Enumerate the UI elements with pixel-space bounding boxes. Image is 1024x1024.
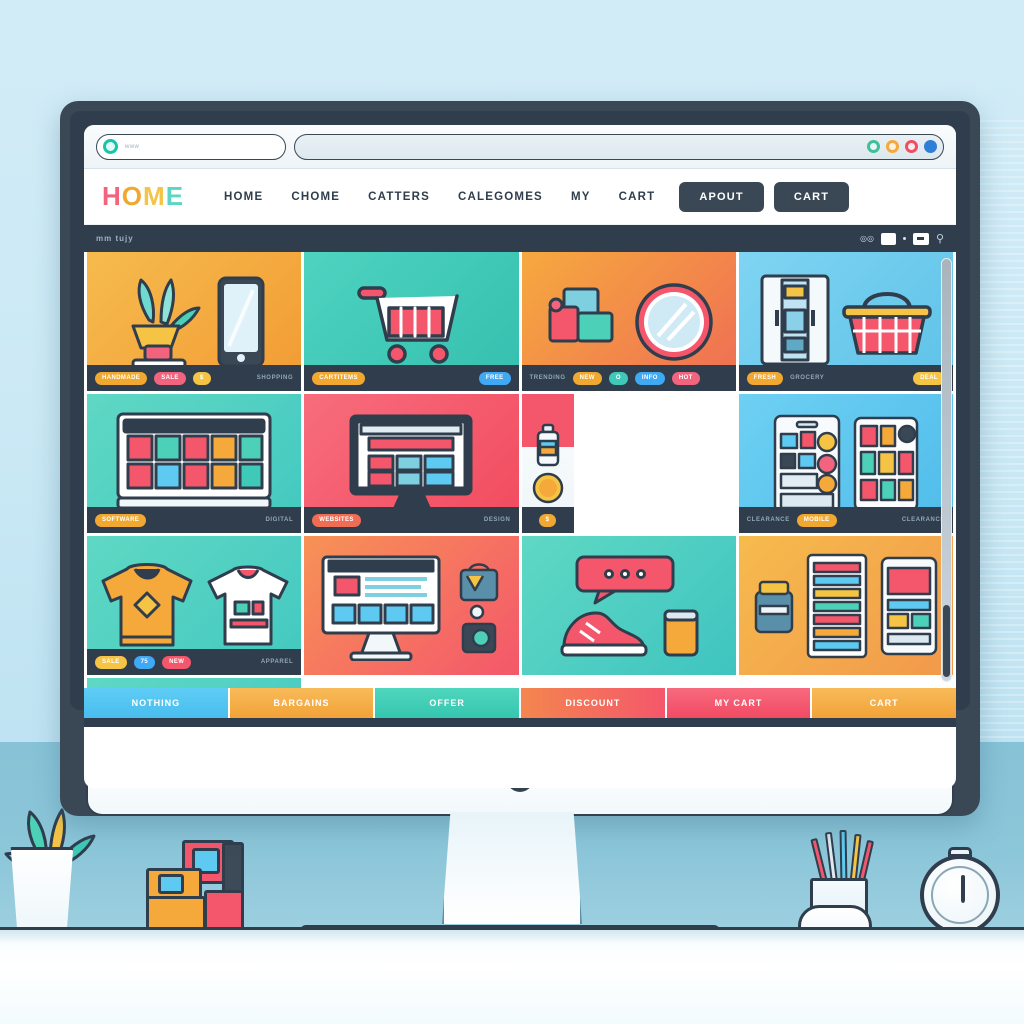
tile-pill[interactable]: SALE — [154, 371, 186, 385]
search-icon[interactable]: ⚲ — [936, 232, 944, 245]
tile-pill[interactable]: INFO — [634, 371, 665, 385]
monitor-stand — [442, 812, 582, 924]
workstation-tile[interactable] — [304, 536, 519, 675]
tile-pill[interactable]: MOBILE — [796, 513, 837, 527]
hoodie-basket-tile[interactable] — [87, 678, 302, 688]
tile-footer: HANDMADE SALE $ SHOPPING — [87, 365, 302, 391]
grid-view-icon[interactable] — [880, 232, 896, 245]
extension-dot[interactable] — [924, 140, 937, 153]
cart-button[interactable]: CART — [773, 181, 850, 212]
tile-lead: CLEARANCE — [746, 517, 790, 523]
tile-footer: WEBSITES DESIGN — [304, 507, 519, 533]
filter-toolbar: mm tujy ◎◎ ⚲ — [84, 225, 956, 252]
shoe-chat-tile[interactable] — [521, 536, 736, 675]
desk-shadow — [0, 930, 1024, 944]
bottom-segment-offer[interactable]: OFFER — [375, 688, 522, 718]
browser-toolbar[interactable] — [294, 133, 944, 160]
tile-pill[interactable]: $ — [192, 371, 211, 385]
list-view-icon[interactable] — [912, 232, 929, 245]
bottom-category-bar: NOTHING BARGAINS OFFER DISCOUNT MY CART … — [84, 688, 956, 718]
tile-footer: CLEARANCE MOBILE CLEARANCE — [738, 507, 953, 533]
tile-pill[interactable]: SALE — [95, 655, 127, 669]
nav-item-my[interactable]: MY — [557, 185, 605, 209]
vertical-scrollbar[interactable] — [941, 258, 952, 682]
tablets-apps-tile[interactable]: CLEARANCE MOBILE CLEARANCE — [738, 394, 953, 533]
product-grid: HANDMADE SALE $ SHOPPING CARTITEMS FREE … — [84, 252, 956, 688]
about-button[interactable]: APOUT — [679, 181, 764, 212]
tile-footer: FRESH GROCERY DEAL — [738, 365, 953, 391]
dot-icon — [902, 237, 906, 240]
monitor: www HOME HOME CHOME CATTERS CALEGOMES MY — [60, 101, 980, 816]
website-preview-tile[interactable]: WEBSITES DESIGN — [304, 394, 519, 533]
tile-footer: $ — [521, 507, 574, 533]
nav-item-home[interactable]: HOME — [210, 185, 277, 209]
filter-label: mm tujy — [96, 234, 134, 243]
tile-meta: CLEARANCE — [901, 517, 945, 523]
home-decor-tile[interactable]: HANDMADE SALE $ SHOPPING — [87, 252, 302, 391]
tile-pill[interactable]: NEW — [162, 655, 192, 669]
logo-char: E — [165, 181, 185, 211]
tile-meta: DIGITAL — [265, 517, 294, 523]
tile-pill[interactable]: NEW — [572, 371, 602, 385]
nav-item-catters[interactable]: CATTERS — [354, 185, 444, 209]
logo-char: O — [121, 181, 144, 211]
fridge-basket-tile[interactable]: FRESH GROCERY DEAL — [738, 252, 953, 391]
tile-pill[interactable]: $ — [538, 513, 557, 527]
tile-pill[interactable]: FRESH — [746, 371, 784, 385]
tile-pill[interactable]: 75 — [133, 655, 156, 669]
nav-item-categories[interactable]: CALEGOMES — [444, 185, 557, 209]
tile-pill[interactable]: CARTITEMS — [312, 371, 365, 385]
shopping-cart-tile[interactable]: CARTITEMS FREE — [304, 252, 519, 391]
tile-footer: SALE 75 NEW APPAREL — [87, 649, 302, 675]
tile-pill[interactable]: HANDMADE — [95, 371, 148, 385]
tile-footer: CARTITEMS FREE — [304, 365, 519, 391]
tile-pill[interactable]: SOFTWARE — [95, 513, 147, 527]
desktop-apps-tile[interactable]: SOFTWARE DIGITAL — [87, 394, 302, 533]
nav-item-cart[interactable]: CART — [605, 185, 670, 209]
tile-meta: GROCERY — [790, 375, 825, 381]
bottom-segment-my-cart[interactable]: MY CART — [666, 688, 813, 718]
bottom-rail — [84, 718, 956, 727]
product-grid-viewport: HANDMADE SALE $ SHOPPING CARTITEMS FREE … — [84, 252, 956, 688]
tile-pill[interactable]: WEBSITES — [312, 513, 361, 527]
tile-meta: DESIGN — [483, 517, 511, 523]
logo-char: M — [143, 181, 166, 211]
site-navigation: HOME HOME CHOME CATTERS CALEGOMES MY CAR… — [84, 169, 956, 225]
bottle-coin-tile[interactable]: $ — [521, 394, 574, 533]
plant-pot — [10, 847, 74, 935]
tile-footer: SOFTWARE DIGITAL — [87, 507, 302, 533]
tile-pill[interactable]: O — [608, 371, 628, 385]
nav-item-chome[interactable]: CHOME — [277, 185, 354, 209]
bottom-segment-cart[interactable]: CART — [812, 688, 956, 718]
maximize-dot[interactable] — [886, 140, 899, 153]
camera-icon[interactable]: ◎◎ — [860, 234, 874, 243]
site-logo[interactable]: HOME — [102, 181, 184, 212]
scrollbar-thumb[interactable] — [943, 605, 950, 677]
url-input[interactable]: www — [125, 144, 139, 150]
bottom-segment-bargains[interactable]: BARGAINS — [229, 688, 376, 718]
bottom-segment-nothing[interactable]: NOTHING — [84, 688, 230, 718]
browser-chrome: www — [84, 125, 956, 169]
stacked-boxes — [140, 840, 270, 936]
tile-pill[interactable]: FREE — [478, 371, 511, 385]
logo-char: H — [102, 181, 122, 211]
tile-footer: TRENDING NEW O INFO HOT — [521, 365, 736, 391]
apparel-tile[interactable]: SALE 75 NEW APPAREL — [87, 536, 302, 675]
tile-meta: APPAREL — [260, 659, 294, 665]
browser-window: www HOME HOME CHOME CATTERS CALEGOMES MY — [84, 125, 956, 788]
url-bar[interactable]: www — [96, 133, 286, 160]
tile-pill[interactable]: HOT — [671, 371, 700, 385]
minimize-dot[interactable] — [867, 140, 880, 153]
tile-meta: SHOPPING — [256, 375, 294, 381]
desk-scene: www HOME HOME CHOME CATTERS CALEGOMES MY — [0, 0, 1024, 1024]
bottom-segment-discount[interactable]: DISCOUNT — [521, 688, 667, 718]
circle-icon — [103, 139, 118, 154]
tile-lead: TRENDING — [529, 375, 566, 381]
close-dot[interactable] — [905, 140, 918, 153]
catalog-tile[interactable] — [738, 536, 953, 675]
media-mirror-tile[interactable]: TRENDING NEW O INFO HOT — [521, 252, 736, 391]
